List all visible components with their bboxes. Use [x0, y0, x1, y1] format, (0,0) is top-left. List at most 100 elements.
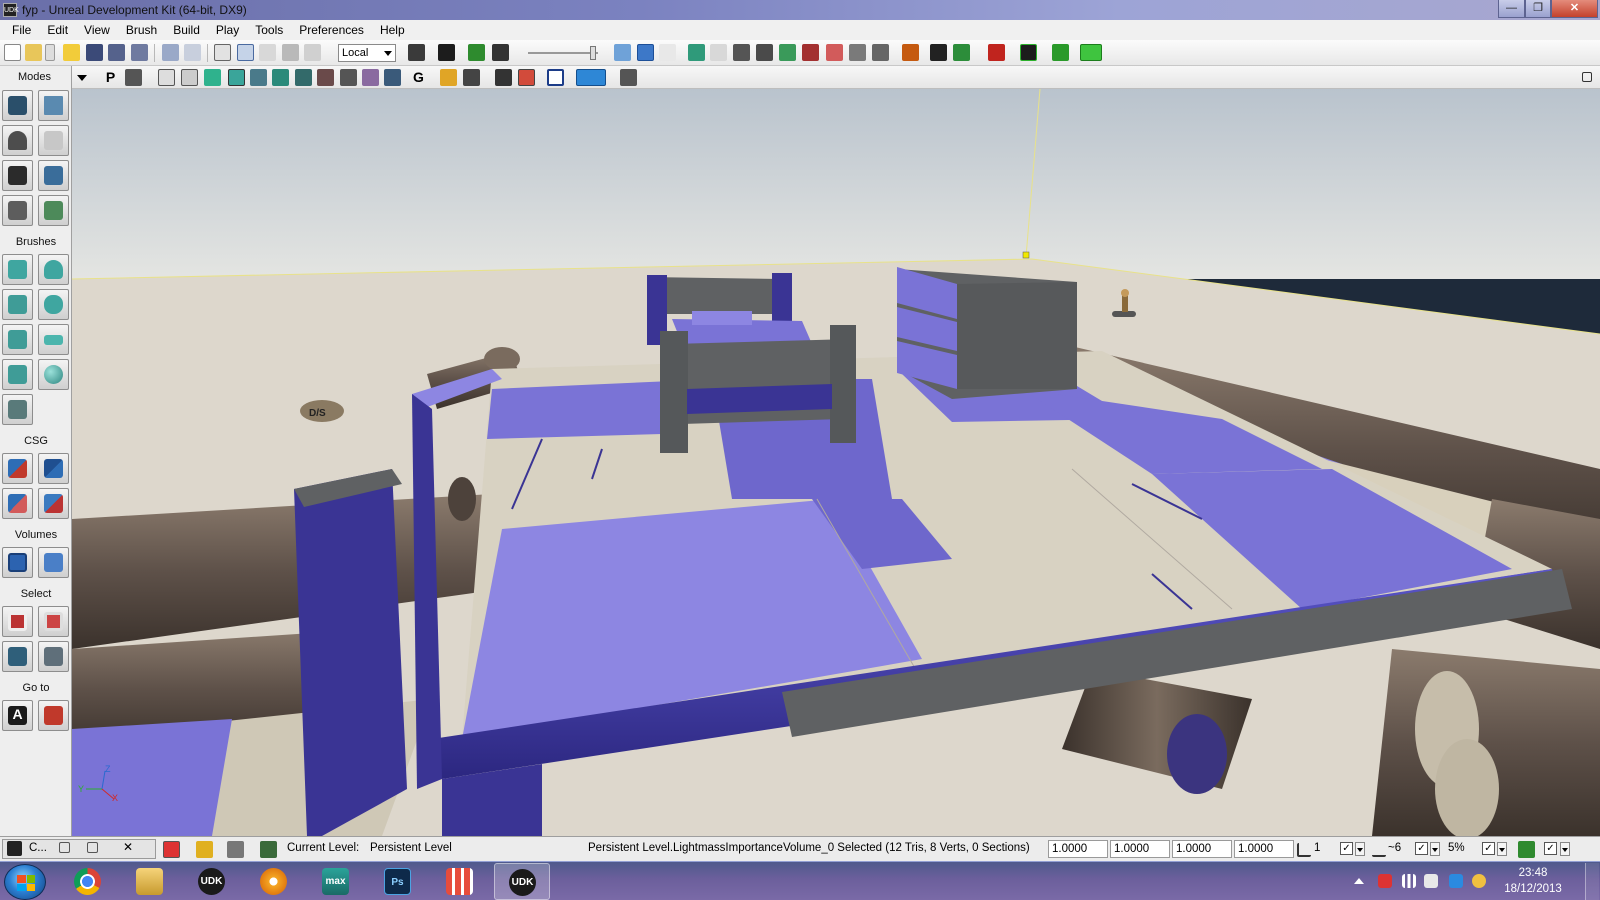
level-grid-icon[interactable] [227, 841, 244, 858]
rotation-snap-checkbox[interactable]: ✓ [1415, 842, 1428, 855]
wireframe-icon[interactable] [181, 69, 198, 86]
open-icon[interactable] [25, 44, 42, 61]
action-center-flag-icon[interactable] [1378, 874, 1392, 888]
favorite-star-icon[interactable] [659, 44, 676, 61]
content-browser-icon[interactable] [614, 44, 631, 61]
save-current-icon[interactable] [131, 44, 148, 61]
new-icon[interactable] [4, 44, 21, 61]
favorites-star-icon[interactable] [63, 44, 80, 61]
minimize-button[interactable]: — [1498, 0, 1525, 18]
play-icon[interactable] [1080, 44, 1102, 61]
udk-app-icon[interactable]: UDK [3, 3, 19, 17]
shader-complexity-icon[interactable] [340, 69, 357, 86]
lock-viewport-icon[interactable] [440, 69, 457, 86]
real-time-preview-icon[interactable] [495, 69, 512, 86]
show-flags-icon[interactable] [849, 44, 866, 61]
rotation-snap-value[interactable]: ~6 [1388, 842, 1401, 854]
decal-actor-icon[interactable]: D/S [300, 400, 344, 422]
volumetric-brush-button[interactable] [2, 394, 33, 425]
build-paths-icon[interactable] [733, 44, 750, 61]
play-mobile-icon[interactable] [953, 44, 970, 61]
geometry-mode-button[interactable] [38, 90, 69, 121]
kismet-k-icon[interactable] [468, 44, 485, 61]
redo-icon[interactable] [184, 44, 201, 61]
rotation-snap-icon[interactable] [1372, 843, 1386, 857]
menu-help[interactable]: Help [372, 23, 413, 37]
perspective-view-button[interactable]: P [102, 69, 119, 86]
play-in-viewport-icon[interactable] [576, 69, 606, 86]
menu-view[interactable]: View [76, 23, 118, 37]
drag-grid-toggle-icon[interactable] [163, 841, 180, 858]
camera-lock-icon[interactable] [620, 69, 637, 86]
goto-builder-brush-button[interactable] [38, 700, 69, 731]
title-bar[interactable]: UDK fyp - Unreal Development Kit (64-bit… [0, 0, 1600, 20]
camera-mode-button[interactable] [2, 90, 33, 121]
show-selected-button[interactable] [2, 606, 33, 637]
find-binoculars-icon[interactable] [408, 44, 425, 61]
translate-gizmo-button[interactable] [38, 125, 69, 156]
start-button[interactable] [4, 864, 46, 900]
csg-deintersect-button[interactable] [38, 488, 69, 519]
launch-game-icon[interactable] [1020, 44, 1037, 61]
viewport-options-dropdown[interactable] [76, 69, 88, 86]
recent-dropdown-icon[interactable] [45, 44, 55, 61]
coordinate-system-select[interactable]: Local [338, 44, 396, 62]
lightmass-icon[interactable] [826, 44, 843, 61]
drag-grid-y-field[interactable]: 1.0000 [1110, 840, 1170, 858]
rotate-mode-icon[interactable] [259, 44, 276, 61]
build-cover-icon[interactable] [756, 44, 773, 61]
slider-thumb[interactable] [590, 46, 596, 60]
taskbar-photoshop[interactable]: Ps [370, 863, 426, 900]
invert-selection-button[interactable] [2, 641, 33, 672]
current-level-icon[interactable] [260, 841, 277, 858]
drag-grid-z-field[interactable]: 1.0000 [1172, 840, 1232, 858]
foliage-mode-button[interactable] [38, 195, 69, 226]
camera-speed-slider[interactable] [528, 46, 598, 60]
menu-build[interactable]: Build [165, 23, 208, 37]
add-volume-button[interactable] [2, 547, 33, 578]
csg-subtract-button[interactable] [38, 453, 69, 484]
drag-grid-x-field[interactable]: 1.0000 [1048, 840, 1108, 858]
build-lighting-icon[interactable] [710, 44, 727, 61]
viewport-scene[interactable]: D/S Z Y X [72, 89, 1600, 836]
scale-mode-icon[interactable] [282, 44, 299, 61]
autosave-icon[interactable] [1518, 841, 1535, 858]
grid-size-icon[interactable] [1297, 843, 1311, 857]
maximize-icon[interactable] [87, 842, 98, 853]
lighting-quality-icon[interactable] [802, 44, 819, 61]
unlit-icon[interactable] [204, 69, 221, 86]
unreal-kismet-icon[interactable] [438, 44, 455, 61]
drag-grid-w-field[interactable]: 1.0000 [1234, 840, 1294, 858]
menu-tools[interactable]: Tools [247, 23, 291, 37]
hide-selected-button[interactable] [38, 606, 69, 637]
goto-actor-button[interactable]: A [2, 700, 33, 731]
taskbar-chrome[interactable] [60, 863, 116, 900]
tray-expand-icon[interactable] [1354, 878, 1364, 884]
game-view-button[interactable]: G [410, 69, 427, 86]
detail-lighting-icon[interactable] [250, 69, 267, 86]
volume-icon[interactable] [1424, 874, 1438, 888]
menu-file[interactable]: File [4, 23, 39, 37]
show-all-button[interactable] [38, 641, 69, 672]
realtime-audio-icon[interactable] [872, 44, 889, 61]
taskbar-3dsmax[interactable]: max [308, 863, 364, 900]
sphere-brush-button[interactable] [38, 359, 69, 390]
csg-intersect-button[interactable] [2, 488, 33, 519]
close-icon[interactable]: ✕ [123, 840, 137, 854]
scale-nonuniform-icon[interactable] [304, 44, 321, 61]
menu-brush[interactable]: Brush [118, 23, 165, 37]
linear-stair-brush-button[interactable] [2, 324, 33, 355]
taskbar-udk-active[interactable]: UDK [494, 863, 550, 900]
build-geometry-icon[interactable] [688, 44, 705, 61]
play-in-editor-icon[interactable] [902, 44, 919, 61]
network-signal-icon[interactable] [1402, 874, 1416, 888]
eye-visibility-icon[interactable] [463, 69, 480, 86]
taskbar-media[interactable] [246, 863, 302, 900]
perspective-viewport[interactable]: D/S Z Y X [72, 89, 1600, 836]
close-button[interactable]: ✕ [1551, 0, 1598, 18]
lighting-only-icon[interactable] [272, 69, 289, 86]
lit-icon[interactable] [228, 69, 245, 86]
brush-wireframe-icon[interactable] [158, 69, 175, 86]
build-all-icon[interactable] [779, 44, 796, 61]
menu-edit[interactable]: Edit [39, 23, 76, 37]
